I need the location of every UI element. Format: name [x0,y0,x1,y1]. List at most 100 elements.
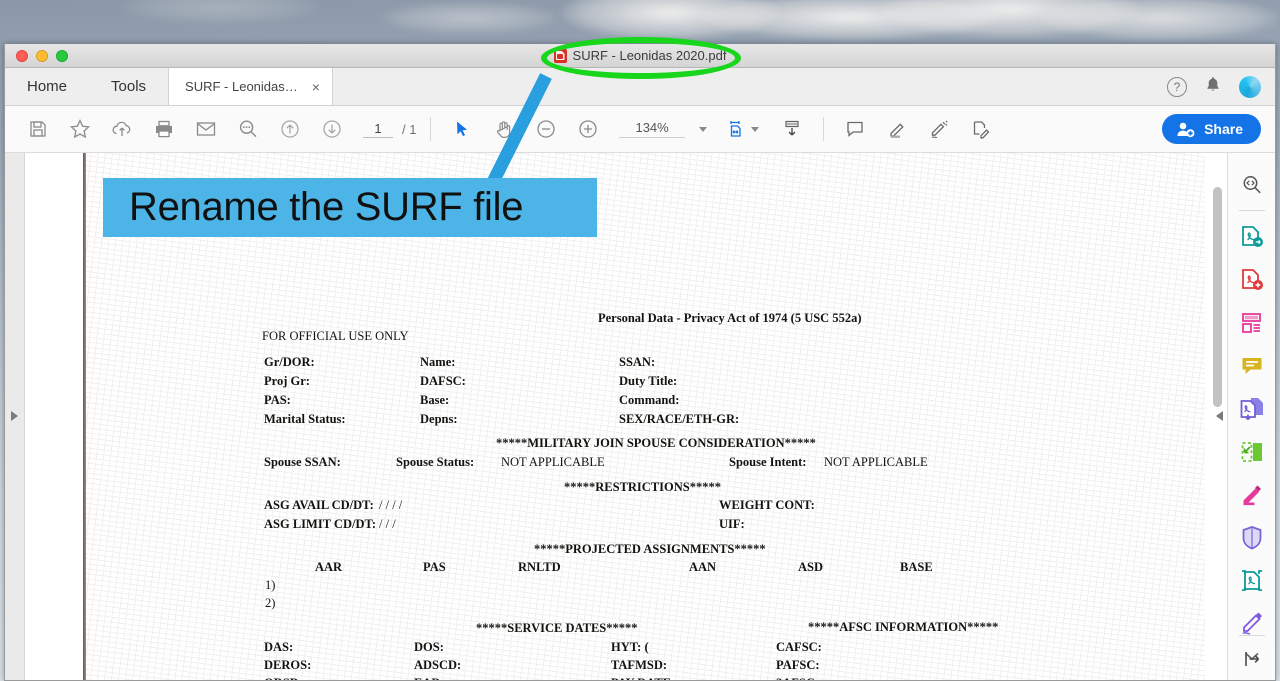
tools-rail [1227,153,1275,680]
tab-tools[interactable]: Tools [89,68,168,105]
comment-tool-icon[interactable] [1228,344,1276,387]
field-odsd: ODSD: [264,676,303,680]
window-title-bar: SURF - Leonidas 2020.pdf [5,44,1275,68]
column-base: BASE [900,560,933,574]
zoom-out-icon[interactable] [525,106,567,153]
field-sex-race-eth: SEX/RACE/ETH-GR: [619,412,740,426]
field-dos: DOS: [414,640,444,654]
weight-cont-label: WEIGHT CONT: [719,498,815,512]
pdf-page: Personal Data - Privacy Act of 1974 (5 U… [86,153,1205,680]
privacy-act-header: Personal Data - Privacy Act of 1974 (5 U… [598,311,862,325]
service-dates-header: *****SERVICE DATES***** [476,621,638,635]
uif-label: UIF: [719,517,745,531]
field-ead: EAD: [414,676,445,680]
tab-home[interactable]: Home [5,68,89,105]
print-icon[interactable] [143,106,185,153]
expand-sidebar-icon[interactable] [11,411,18,421]
window-controls[interactable] [16,49,68,62]
tab-document-label: SURF - Leonidas… [185,79,298,94]
projected-assignments-header: *****PROJECTED ASSIGNMENTS***** [534,542,766,556]
cloud-upload-icon[interactable] [101,106,143,153]
hand-tool-icon[interactable] [483,106,525,153]
field-deros: DEROS: [264,658,312,672]
field-2afsc: 2AFSC: [776,676,819,680]
save-icon[interactable] [17,106,59,153]
sign-document-icon[interactable] [918,106,960,153]
select-tool-icon[interactable] [441,106,483,153]
previous-page-icon[interactable] [269,106,311,153]
notifications-bell-icon[interactable] [1205,76,1221,97]
fill-and-sign-icon[interactable] [960,106,1002,153]
collapse-right-panel-icon[interactable] [1216,411,1223,421]
help-icon[interactable]: ? [1167,76,1187,97]
field-tafmsd: TAFMSD: [611,658,668,672]
tab-document[interactable]: SURF - Leonidas… × [168,68,333,105]
column-rnltd: RNLTD [518,560,561,574]
organize-pages-icon[interactable] [1228,430,1276,473]
optimize-pdf-icon[interactable] [1228,559,1276,602]
column-asd: ASD [798,560,824,574]
field-marital-status: Marital Status: [264,412,346,426]
add-comment-icon[interactable] [834,106,876,153]
tab-bar-right-group: ? [1167,68,1275,105]
tab-bar: Home Tools SURF - Leonidas… × ? [5,68,1275,106]
cloud-shape [1040,0,1280,40]
create-pdf-icon[interactable] [1228,258,1276,301]
page-number-input[interactable]: 1 [363,121,393,138]
share-button[interactable]: Share [1162,114,1261,144]
field-depns: Depns: [420,412,458,426]
bookmark-star-icon[interactable] [59,106,101,153]
chevron-down-icon[interactable] [698,126,707,132]
scrollbar-thumb[interactable] [1213,187,1222,407]
highlight-text-icon[interactable] [876,106,918,153]
zoom-in-icon[interactable] [567,106,609,153]
protect-icon[interactable] [1228,516,1276,559]
toolbar-divider [430,117,432,141]
search-tool-icon[interactable] [1228,163,1276,206]
field-pay-date: PAY DATE: [611,676,675,680]
tab-tools-label: Tools [111,78,147,95]
spouse-status-label: Spouse Status: [396,455,475,469]
left-navigation-rail[interactable] [5,153,25,680]
close-window-button[interactable] [16,49,28,62]
zoom-control[interactable]: 134% [619,120,707,138]
spouse-ssan-label: Spouse SSAN: [264,455,341,469]
projected-row-2: 2) [265,596,276,610]
rail-divider [1238,210,1265,211]
column-aar: AAR [315,560,343,574]
fit-page-chevron-icon[interactable] [750,126,759,132]
field-das: DAS: [264,640,294,654]
column-pas: PAS [423,560,446,574]
share-button-label: Share [1204,121,1243,137]
field-pas: PAS: [264,393,291,407]
close-tab-icon[interactable]: × [312,80,320,94]
fouo-label: FOR OFFICIAL USE ONLY [262,329,409,343]
zoom-level-value[interactable]: 134% [619,120,685,138]
cloud-shape [380,2,560,34]
asg-limit-value: / / / [379,517,396,531]
redact-icon[interactable] [1228,473,1276,516]
collapse-tools-panel-icon[interactable] [1228,646,1276,672]
document-viewer[interactable]: Personal Data - Privacy Act of 1974 (5 U… [25,153,1227,680]
window-title: SURF - Leonidas 2020.pdf [5,44,1275,67]
scroll-mode-icon[interactable] [771,106,813,153]
spouse-status-value: NOT APPLICABLE [501,455,605,469]
combine-files-icon[interactable] [1228,387,1276,430]
projected-row-1: 1) [265,578,276,592]
minimize-window-button[interactable] [36,49,48,62]
field-adscd: ADSCD: [414,658,462,672]
edit-pdf-icon[interactable] [1228,301,1276,344]
next-page-icon[interactable] [311,106,353,153]
search-icon[interactable] [227,106,269,153]
field-name: Name: [420,355,456,369]
maximize-window-button[interactable] [56,49,68,62]
email-icon[interactable] [185,106,227,153]
page-navigation[interactable]: 1 / 1 [363,121,416,138]
rail-bottom-group [1228,631,1276,672]
export-pdf-icon[interactable] [1228,215,1276,258]
user-avatar[interactable] [1239,75,1261,98]
add-person-icon [1177,122,1195,137]
field-cafsc: CAFSC: [776,640,822,654]
acrobat-window: SURF - Leonidas 2020.pdf Home Tools SURF… [4,44,1276,681]
tab-home-label: Home [27,78,68,95]
